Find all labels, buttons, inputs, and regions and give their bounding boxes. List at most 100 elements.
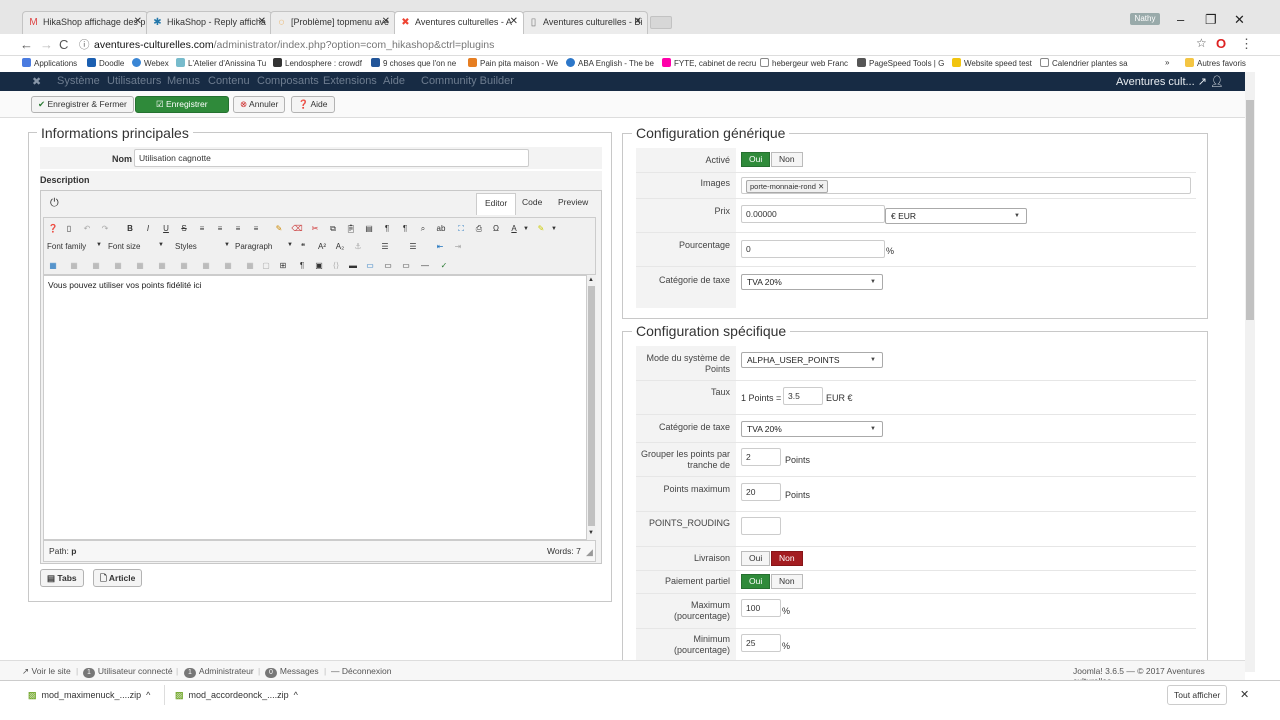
users-online[interactable]: 1 Utilisateur connecté bbox=[83, 666, 173, 678]
visual-aid-icon[interactable]: ⊞ bbox=[277, 260, 289, 272]
align-justify-icon[interactable]: ≡ bbox=[250, 223, 262, 235]
menu-content[interactable]: Contenu bbox=[208, 75, 250, 87]
power-icon[interactable]: ⏻ bbox=[50, 197, 59, 210]
scroll-down-icon[interactable]: ▼ bbox=[588, 530, 594, 536]
code-icon[interactable]: ⟨⟩ bbox=[330, 260, 342, 272]
bookmark-item[interactable]: Pain pita maison - We bbox=[468, 58, 558, 68]
underline-icon[interactable]: U bbox=[160, 223, 172, 235]
shipping-no-toggle[interactable]: Non bbox=[771, 551, 803, 566]
scroll-up-icon[interactable]: ▲ bbox=[588, 277, 594, 283]
align-left-icon[interactable]: ≡ bbox=[196, 223, 208, 235]
tabs-button[interactable]: ▤ Tabs bbox=[40, 569, 84, 587]
bookmark-item[interactable]: Applications bbox=[22, 58, 77, 68]
print-icon[interactable]: ⎙ bbox=[473, 223, 485, 235]
paste-icon[interactable]: 📋︎ bbox=[345, 223, 357, 235]
font-size-select[interactable]: Font size bbox=[108, 242, 140, 251]
maximize-icon[interactable]: ❐ bbox=[1205, 12, 1217, 28]
bookmark-item[interactable]: Calendrier plantes sa bbox=[1040, 58, 1128, 68]
opera-icon[interactable]: O bbox=[1216, 36, 1226, 51]
menu-help[interactable]: Aide bbox=[383, 75, 405, 87]
align-center-icon[interactable]: ≡ bbox=[214, 223, 226, 235]
browser-tab-5[interactable]: ▯ Aventures culturelles - Bi ✕ bbox=[522, 11, 648, 34]
paragraph-select[interactable]: Paragraph bbox=[235, 242, 272, 251]
reload-icon[interactable]: C bbox=[59, 37, 68, 52]
paste-text-icon[interactable]: ▤ bbox=[363, 223, 375, 235]
page-scroll-thumb[interactable] bbox=[1246, 100, 1254, 320]
active-no-toggle[interactable]: Non bbox=[771, 152, 803, 167]
chevron-down-icon[interactable]: ▼ bbox=[96, 242, 102, 248]
table-split-icon[interactable]: ▦ bbox=[200, 260, 212, 272]
other-bookmarks[interactable]: Autres favoris bbox=[1185, 58, 1246, 68]
browser-tab-4[interactable]: ✖ Aventures culturelles - A ✕ bbox=[394, 11, 524, 34]
close-icon[interactable]: ✕ bbox=[634, 16, 642, 27]
tax2-select[interactable]: TVA 20% ▼ bbox=[741, 421, 883, 437]
max-percent-input[interactable]: 100 bbox=[741, 599, 781, 617]
browser-tab-3[interactable]: ◌ [Problème] topmenu ave ✕ bbox=[270, 11, 396, 34]
template-icon[interactable]: ▭ bbox=[382, 260, 394, 272]
hr-icon[interactable]: — bbox=[419, 260, 431, 272]
info-icon[interactable]: ⓘ bbox=[79, 36, 90, 54]
table-row-after-icon[interactable]: ▦ bbox=[90, 260, 102, 272]
italic-icon[interactable]: I bbox=[142, 223, 154, 235]
save-button[interactable]: ☑ Enregistrer bbox=[135, 96, 229, 113]
article-button[interactable]: 🗋︎ Article bbox=[93, 569, 143, 587]
ltr-icon[interactable]: ¶ bbox=[381, 223, 393, 235]
chevron-down-icon[interactable]: ▼ bbox=[158, 242, 164, 248]
new-document-icon[interactable]: ▯ bbox=[63, 223, 75, 235]
find-icon[interactable]: ⌕ bbox=[417, 223, 429, 235]
name-input[interactable]: Utilisation cagnotte bbox=[134, 149, 529, 167]
rounding-input[interactable] bbox=[741, 517, 781, 535]
bookmarks-more[interactable]: » bbox=[1165, 58, 1169, 67]
cancel-button[interactable]: ⊗ Annuler bbox=[233, 96, 286, 113]
percent-input[interactable]: 0 bbox=[741, 240, 885, 258]
special-char-icon[interactable]: Ω bbox=[490, 223, 502, 235]
bookmark-star-icon[interactable]: ☆ bbox=[1196, 36, 1207, 50]
currency-select[interactable]: € EUR ▼ bbox=[885, 208, 1027, 224]
table-merge-icon[interactable]: ▦ bbox=[222, 260, 234, 272]
joomla-logo-icon[interactable]: ✖ bbox=[32, 75, 41, 88]
group-points-input[interactable]: 2 bbox=[741, 448, 781, 466]
outdent-icon[interactable]: ⇤ bbox=[434, 241, 446, 253]
save-close-button[interactable]: ✔ Enregistrer & Fermer bbox=[31, 96, 134, 113]
media-icon[interactable]: ▭ bbox=[364, 260, 376, 272]
table-props-icon[interactable]: ▦ bbox=[244, 260, 256, 272]
messages-link[interactable]: 0 Messages bbox=[265, 666, 319, 678]
chevron-down-icon[interactable]: ▼ bbox=[548, 223, 560, 235]
min-percent-input[interactable]: 25 bbox=[741, 634, 781, 652]
close-icon[interactable]: ✕ bbox=[134, 16, 142, 27]
url-field[interactable]: ⓘ aventures-culturelles.com/administrato… bbox=[76, 36, 1251, 54]
table-col-before-icon[interactable]: ▦ bbox=[134, 260, 146, 272]
table-delete-col-icon[interactable]: ▦ bbox=[178, 260, 190, 272]
menu-system[interactable]: Système bbox=[57, 75, 100, 87]
rtl-icon[interactable]: ¶ bbox=[399, 223, 411, 235]
bookmark-item[interactable]: Website speed test bbox=[952, 58, 1032, 68]
highlight-icon[interactable]: ✎ bbox=[535, 223, 547, 235]
menu-extensions[interactable]: Extensions bbox=[323, 75, 377, 87]
replace-icon[interactable]: ab bbox=[435, 223, 447, 235]
table-delete-row-icon[interactable]: ▦ bbox=[112, 260, 124, 272]
table-row-before-icon[interactable]: ▦ bbox=[68, 260, 80, 272]
rate-input[interactable]: 3.5 bbox=[783, 387, 823, 405]
text-color-icon[interactable]: A bbox=[508, 223, 520, 235]
forward-icon[interactable]: → bbox=[40, 37, 53, 52]
help-button[interactable]: ❓ Aide bbox=[291, 96, 335, 113]
bookmark-item[interactable]: Webex bbox=[132, 58, 169, 68]
undo-icon[interactable]: ↶ bbox=[81, 223, 93, 235]
tab-editor[interactable]: Editor bbox=[476, 193, 517, 215]
chevron-down-icon[interactable]: ▼ bbox=[224, 242, 230, 248]
fullscreen-icon[interactable]: ⛶ bbox=[455, 223, 467, 235]
show-all-button[interactable]: Tout afficher bbox=[1167, 685, 1228, 705]
minimize-icon[interactable]: – bbox=[1177, 12, 1184, 27]
bullet-list-icon[interactable]: ☰ bbox=[379, 241, 391, 253]
bookmark-item[interactable]: Lendosphere : crowdf bbox=[273, 58, 362, 68]
numbered-list-icon[interactable]: ☰ bbox=[407, 241, 419, 253]
help-icon[interactable]: ❓ bbox=[47, 223, 59, 235]
download-item-1[interactable]: ▨ mod_maximenuck_....zip ^ bbox=[28, 690, 150, 701]
font-family-select[interactable]: Font family bbox=[47, 242, 86, 251]
table-icon[interactable]: ▦ bbox=[47, 260, 59, 272]
blockquote-icon[interactable]: ❝ bbox=[297, 241, 309, 253]
superscript-icon[interactable]: A² bbox=[316, 241, 328, 253]
image-icon[interactable]: ▣ bbox=[313, 260, 325, 272]
download-item-2[interactable]: ▨ mod_accordeonck_....zip ^ bbox=[175, 690, 298, 701]
menu-users[interactable]: Utilisateurs bbox=[107, 75, 161, 87]
